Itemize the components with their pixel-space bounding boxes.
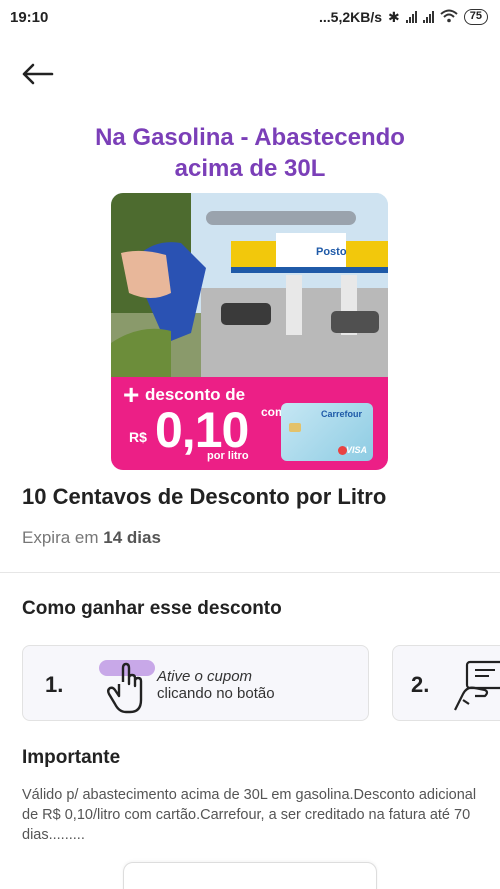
back-button[interactable]: [20, 56, 60, 92]
expires-prefix: Expira em: [22, 528, 99, 547]
offer-banner-image: Posto + desconto de R$ 0,10 por litro co…: [111, 193, 388, 470]
status-indicators: ...5,2KB/s ✱ 75: [319, 9, 488, 26]
network-speed: ...5,2KB/s: [318, 9, 383, 25]
credit-card-image: Carrefour VISA: [281, 403, 373, 461]
currency-label: R$: [129, 429, 147, 445]
important-text: Válido p/ abastecimento acima de 30L em …: [22, 787, 477, 843]
tap-hand-icon: [99, 660, 155, 714]
discount-panel: + desconto de R$ 0,10 por litro com o Ca…: [111, 377, 388, 470]
how-to-title: Como ganhar esse desconto: [22, 598, 282, 619]
arrow-left-icon: [22, 63, 54, 85]
step-number: 2.: [411, 672, 430, 697]
step-description: Ative o cupom clicando no botão: [157, 668, 275, 702]
offer-title: 10 Centavos de Desconto por Litro: [22, 484, 387, 509]
card-hand-icon: [454, 660, 500, 711]
step-card-1: 1. Ative o cupom clicando no botão: [22, 645, 369, 721]
discount-prefix: +: [123, 379, 140, 410]
wifi-icon: [440, 9, 458, 26]
gas-station-photo: Posto: [111, 193, 388, 377]
offer-hero-title: Na Gasolina - Abastecendo acima de 30L: [95, 124, 405, 182]
expires-value: 14 dias: [103, 528, 161, 547]
card-brand: Carrefour: [321, 409, 363, 419]
card-network: VISA: [345, 445, 367, 455]
step-line-1: Ative o cupom: [157, 668, 253, 685]
battery-icon: 75: [463, 9, 488, 25]
status-bar: 19:10 ...5,2KB/s ✱ 75: [0, 0, 500, 34]
step-card-2: 2.: [392, 645, 500, 721]
signal-icon: [422, 11, 434, 23]
station-sign-text: Posto: [316, 246, 347, 258]
step-number: 1.: [45, 672, 64, 697]
step-line-2: clicando no botão: [157, 685, 275, 702]
bluetooth-icon: ✱: [388, 8, 400, 25]
important-title: Importante: [22, 747, 121, 768]
card-chip: [289, 423, 301, 432]
discount-unit: por litro: [207, 450, 249, 462]
signal-icon: [405, 11, 417, 23]
status-time: 19:10: [10, 8, 49, 26]
divider: [0, 572, 500, 573]
activate-coupon-button[interactable]: [123, 862, 377, 889]
expiration-info: Expira em 14 dias: [22, 528, 161, 548]
